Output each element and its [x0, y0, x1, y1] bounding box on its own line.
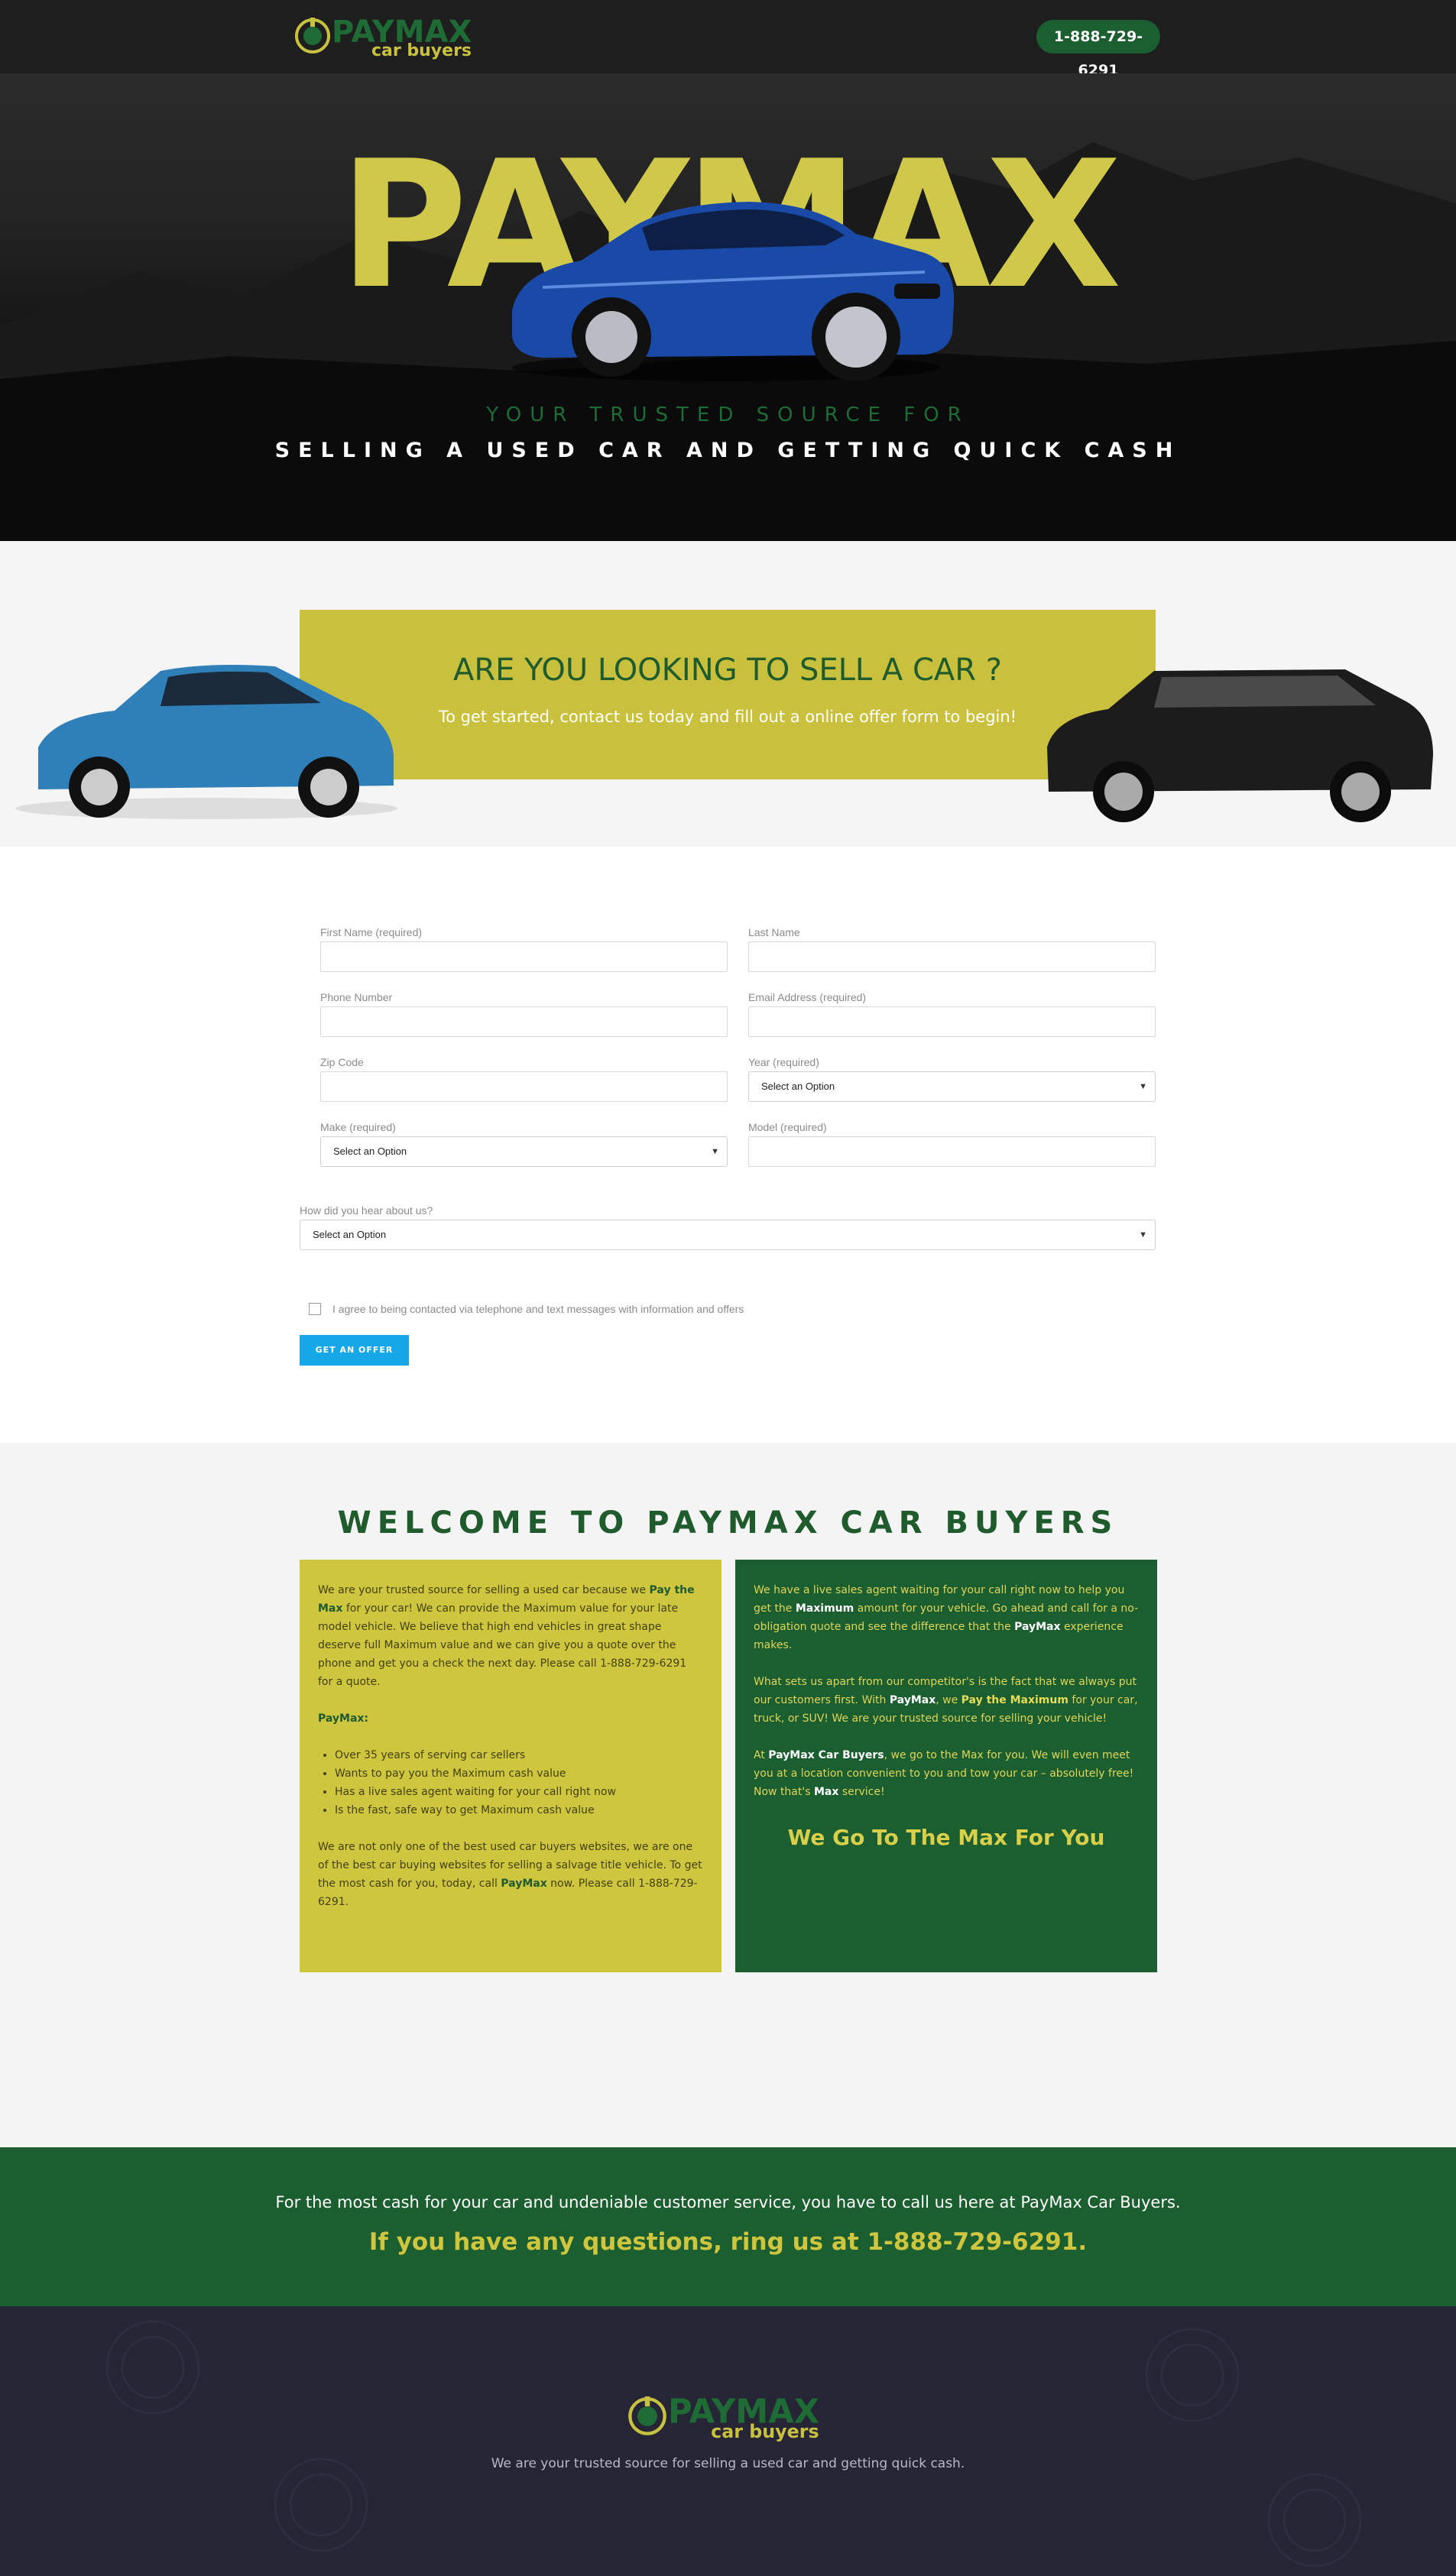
- logo-mark: PAYMAX car buyers: [628, 2393, 819, 2442]
- sell-car-band: ARE YOU LOOKING TO SELL A CAR ? To get s…: [0, 541, 1456, 847]
- logo-mark: PAYMAX car buyers: [295, 15, 472, 60]
- header-phone-button[interactable]: 1-888-729-6291: [1036, 20, 1160, 79]
- site-header: PAYMAX car buyers 1-888-729-6291: [0, 0, 1456, 79]
- left-list-title: PayMax:: [318, 1712, 369, 1725]
- site-footer: PAYMAX car buyers We are your trusted so…: [0, 2306, 1456, 2576]
- year-select[interactable]: Select an Option ▼: [748, 1071, 1156, 1102]
- welcome-title: WELCOME TO PAYMAX CAR BUYERS: [337, 1505, 1119, 1541]
- make-label: Make (required): [320, 1121, 396, 1133]
- welcome-section: WELCOME TO PAYMAX CAR BUYERS We are your…: [0, 1443, 1456, 2147]
- make-select[interactable]: Select an Option ▼: [320, 1136, 728, 1167]
- welcome-right-column: We have a live sales agent waiting for y…: [735, 1560, 1157, 1972]
- consent-checkbox[interactable]: [309, 1303, 321, 1315]
- left-paragraph-2: We are not only one of the best used car…: [318, 1841, 702, 1908]
- chevron-down-icon: ▼: [1139, 1082, 1147, 1091]
- hero-subtitle-1: YOUR TRUSTED SOURCE FOR: [486, 403, 970, 426]
- zip-label: Zip Code: [320, 1056, 364, 1068]
- phone-label: Phone Number: [320, 991, 393, 1003]
- sell-text: To get started, contact us today and fil…: [438, 708, 1017, 726]
- consent-text: I agree to being contacted via telephone…: [332, 1303, 744, 1315]
- first-name-label: First Name (required): [320, 926, 423, 938]
- get-offer-button[interactable]: GET AN OFFER: [300, 1335, 409, 1366]
- left-feature-list: Over 35 years of serving car sellers Wan…: [318, 1746, 703, 1819]
- sell-callout-box: ARE YOU LOOKING TO SELL A CAR ? To get s…: [300, 610, 1156, 779]
- max-tagline: We Go To The Max For You: [787, 1825, 1105, 1850]
- right-paragraph-3: At PayMax Car Buyers, we go to the Max f…: [754, 1749, 1134, 1798]
- list-item: Is the fast, safe way to get Maximum cas…: [335, 1801, 703, 1819]
- chevron-down-icon: ▼: [1139, 1230, 1147, 1239]
- right-paragraph-2: What sets us apart from our competitor's…: [754, 1676, 1138, 1725]
- svg-text:car buyers: car buyers: [371, 41, 472, 60]
- hear-select[interactable]: Select an Option ▼: [300, 1220, 1156, 1250]
- list-item: Over 35 years of serving car sellers: [335, 1746, 703, 1764]
- phone-input[interactable]: [320, 1006, 728, 1037]
- welcome-left-column: We are your trusted source for selling a…: [300, 1560, 722, 1972]
- last-name-label: Last Name: [748, 926, 800, 938]
- chevron-down-icon: ▼: [711, 1147, 719, 1156]
- email-label: Email Address (required): [748, 991, 867, 1003]
- hear-label: How did you hear about us?: [300, 1204, 433, 1217]
- left-paragraph-1: We are your trusted source for selling a…: [318, 1584, 695, 1688]
- cta-line-1: For the most cash for your car and unden…: [275, 2193, 1181, 2211]
- model-input[interactable]: [748, 1136, 1156, 1167]
- year-label: Year (required): [748, 1056, 819, 1068]
- blue-hatchback-image: [15, 665, 397, 819]
- make-select-value: Select an Option: [333, 1145, 407, 1157]
- year-select-value: Select an Option: [761, 1081, 835, 1092]
- black-suv-image: [1047, 669, 1433, 822]
- first-name-input[interactable]: [320, 941, 728, 972]
- hear-select-value: Select an Option: [313, 1229, 387, 1240]
- last-name-input[interactable]: [748, 941, 1156, 972]
- cta-band: For the most cash for your car and unden…: [0, 2147, 1456, 2306]
- hero-subtitle-2: SELLING A USED CAR AND GETTING QUICK CAS…: [274, 439, 1182, 462]
- list-item: Has a live sales agent waiting for your …: [335, 1783, 703, 1801]
- footer-tagline: We are your trusted source for selling a…: [491, 2456, 965, 2471]
- email-input[interactable]: [748, 1006, 1156, 1037]
- list-item: Wants to pay you the Maximum cash value: [335, 1764, 703, 1783]
- svg-text:car buyers: car buyers: [711, 2421, 819, 2442]
- zip-input[interactable]: [320, 1071, 728, 1102]
- sell-title: ARE YOU LOOKING TO SELL A CAR ?: [452, 653, 1003, 688]
- cta-line-2: If you have any questions, ring us at 1-…: [368, 2228, 1088, 2256]
- right-paragraph-1: We have a live sales agent waiting for y…: [754, 1584, 1139, 1651]
- site-logo[interactable]: PAYMAX car buyers: [293, 14, 485, 63]
- hero-car-image: [512, 202, 955, 381]
- hero-banner: PAYMAX YOUR TRUSTED SOURCE FOR SELLING A…: [0, 73, 1456, 541]
- model-label: Model (required): [748, 1121, 827, 1133]
- footer-logo[interactable]: PAYMAX car buyers: [627, 2392, 833, 2446]
